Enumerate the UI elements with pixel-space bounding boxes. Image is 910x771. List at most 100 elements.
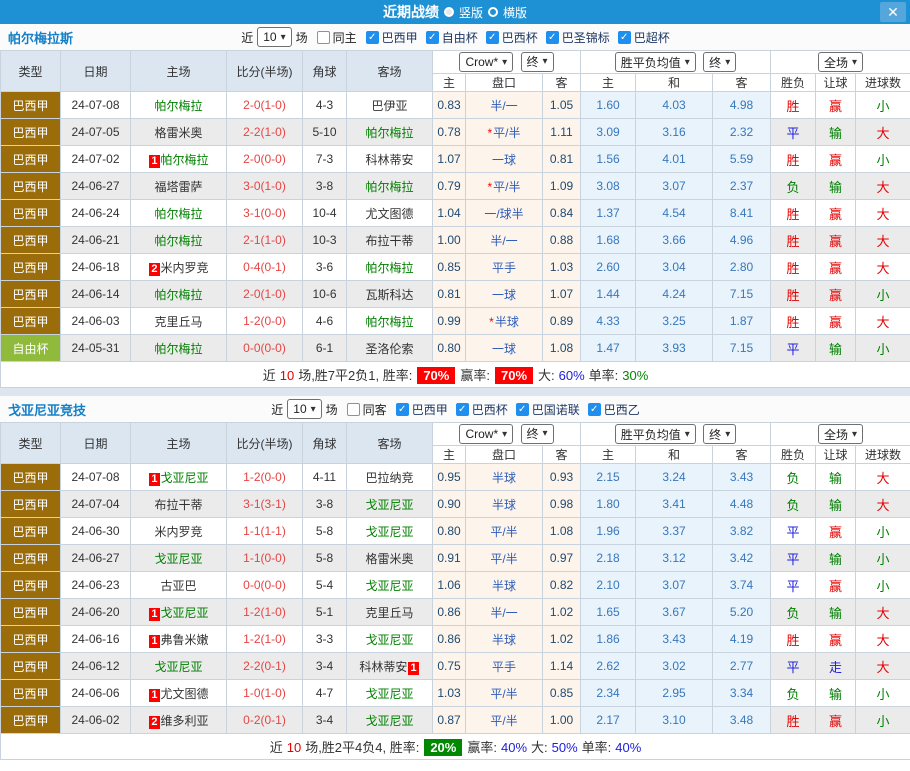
col-odds-away: 客 bbox=[543, 446, 581, 464]
odds-final-select[interactable]: 终▾ bbox=[521, 52, 554, 72]
table-row: 巴西甲24-06-27戈亚尼亚1-1(0-0)5-8格雷米奥0.91平/半0.9… bbox=[1, 545, 910, 572]
same-venue-checkbox[interactable] bbox=[317, 31, 330, 44]
odds-final-select[interactable]: 终▾ bbox=[521, 424, 554, 444]
summary-text: 单率: bbox=[589, 368, 619, 383]
portrait-radio[interactable] bbox=[444, 7, 454, 17]
landscape-radio-label[interactable]: 横版 bbox=[503, 4, 527, 21]
home-odds-cell: 0.86 bbox=[433, 626, 466, 653]
date-cell: 24-06-14 bbox=[61, 281, 131, 308]
away-team-name: 戈亚尼亚 bbox=[365, 714, 413, 728]
summary-row: 近10场,胜2平4负4, 胜率:20%赢率:40%大:50%单率:40% bbox=[1, 734, 910, 760]
handicap-result-cell: 输 bbox=[816, 491, 856, 518]
away-odds-cell: 0.88 bbox=[543, 227, 581, 254]
goals-result-cell: 大 bbox=[856, 200, 910, 227]
same-venue-checkbox[interactable] bbox=[347, 403, 360, 416]
match-count-select[interactable]: 10▾ bbox=[257, 27, 291, 47]
result-cell: 负 bbox=[771, 491, 816, 518]
handicap-cell: 平手 bbox=[466, 254, 543, 281]
avg-draw-cell: 4.01 bbox=[636, 146, 713, 173]
league-checkbox[interactable]: ✓ bbox=[588, 403, 601, 416]
fulltime-select[interactable]: 全场▾ bbox=[818, 424, 863, 444]
away-team-cell: 格雷米奥 bbox=[347, 545, 433, 572]
summary-text: 40% bbox=[501, 740, 527, 755]
away-odds-cell: 1.07 bbox=[543, 281, 581, 308]
table-row: 巴西甲24-06-201戈亚尼亚1-2(1-0)5-1克里丘马0.86半/一1.… bbox=[1, 599, 910, 626]
date-cell: 24-06-03 bbox=[61, 308, 131, 335]
avg-final-select[interactable]: 终▾ bbox=[703, 52, 736, 72]
home-team-cell: 1尤文图德 bbox=[131, 680, 227, 707]
avg-home-cell: 2.34 bbox=[581, 680, 636, 707]
league-checkbox[interactable]: ✓ bbox=[456, 403, 469, 416]
odds-company-select[interactable]: Crow*▾ bbox=[459, 52, 513, 72]
league-label: 巴圣锦标 bbox=[562, 29, 610, 46]
avg-type-select[interactable]: 胜平负均值▾ bbox=[615, 424, 696, 444]
chevron-down-icon: ▾ bbox=[543, 56, 548, 67]
chevron-down-icon: ▾ bbox=[281, 32, 286, 43]
away-odds-cell: 1.08 bbox=[543, 335, 581, 362]
league-checkbox[interactable]: ✓ bbox=[618, 31, 631, 44]
table-row: 巴西甲24-06-21帕尔梅拉2-1(1-0)10-3布拉干蒂1.00半/一0.… bbox=[1, 227, 910, 254]
score-cell: 0-0(0-0) bbox=[227, 572, 303, 599]
away-team-cell: 巴拉纳竞 bbox=[347, 464, 433, 491]
portrait-radio-label[interactable]: 竖版 bbox=[459, 4, 483, 21]
landscape-radio[interactable] bbox=[488, 7, 498, 17]
away-odds-cell: 0.85 bbox=[543, 680, 581, 707]
league-checkbox[interactable]: ✓ bbox=[486, 31, 499, 44]
handicap-result-cell: 赢 bbox=[816, 707, 856, 734]
away-team-cell: 戈亚尼亚 bbox=[347, 518, 433, 545]
league-checkbox[interactable]: ✓ bbox=[426, 31, 439, 44]
avg-draw-cell: 2.95 bbox=[636, 680, 713, 707]
goals-result-cell: 小 bbox=[856, 92, 910, 119]
league-checkbox[interactable]: ✓ bbox=[546, 31, 559, 44]
titlebar: 近期战绩 竖版 横版 ✕ bbox=[0, 0, 910, 24]
handicap-cell: 半球 bbox=[466, 572, 543, 599]
summary-text: 30% bbox=[622, 368, 648, 383]
changed-indicator: * bbox=[487, 180, 492, 194]
fulltime-select[interactable]: 全场▾ bbox=[818, 52, 863, 72]
league-label: 巴西甲 bbox=[382, 29, 418, 46]
col-goals: 进球数 bbox=[856, 446, 910, 464]
avg-draw-cell: 3.66 bbox=[636, 227, 713, 254]
score-cell: 2-0(1-0) bbox=[227, 281, 303, 308]
avg-type-select[interactable]: 胜平负均值▾ bbox=[615, 52, 696, 72]
date-cell: 24-06-16 bbox=[61, 626, 131, 653]
handicap-cell: *平/半 bbox=[466, 119, 543, 146]
table-row: 巴西甲24-06-182米内罗竞0-4(0-1)3-6帕尔梅拉0.85平手1.0… bbox=[1, 254, 910, 281]
away-team-name: 戈亚尼亚 bbox=[365, 687, 413, 701]
table-row: 巴西甲24-07-04布拉干蒂3-1(3-1)3-8戈亚尼亚0.90半球0.98… bbox=[1, 491, 910, 518]
result-cell: 平 bbox=[771, 518, 816, 545]
goals-result-cell: 大 bbox=[856, 653, 910, 680]
league-checkbox[interactable]: ✓ bbox=[396, 403, 409, 416]
home-team-name: 布拉干蒂 bbox=[154, 498, 202, 512]
match-count-select[interactable]: 10▾ bbox=[287, 399, 321, 419]
avg-home-cell: 1.68 bbox=[581, 227, 636, 254]
home-team-cell: 1戈亚尼亚 bbox=[131, 599, 227, 626]
goals-result-cell: 大 bbox=[856, 119, 910, 146]
result-cell: 平 bbox=[771, 653, 816, 680]
home-team-cell: 1弗鲁米嫩 bbox=[131, 626, 227, 653]
avg-final-select[interactable]: 终▾ bbox=[703, 424, 736, 444]
summary-text: 50% bbox=[552, 740, 578, 755]
away-team-name: 帕尔梅拉 bbox=[365, 261, 413, 275]
handicap-value: 半球 bbox=[492, 579, 516, 593]
league-checkbox[interactable]: ✓ bbox=[366, 31, 379, 44]
handicap-result-cell: 赢 bbox=[816, 227, 856, 254]
corner-cell: 4-7 bbox=[303, 680, 347, 707]
card-badge: 1 bbox=[149, 608, 159, 621]
avg-controls: 胜平负均值▾ 终▾ bbox=[581, 423, 771, 446]
score-cell: 1-2(1-0) bbox=[227, 626, 303, 653]
table-row: 巴西甲24-07-08帕尔梅拉2-0(1-0)4-3巴伊亚0.83半/一1.05… bbox=[1, 92, 910, 119]
competition-cell: 巴西甲 bbox=[1, 254, 61, 281]
summary-text: 场,胜7平2负1, 胜率: bbox=[298, 368, 412, 383]
near-label: 近 bbox=[271, 401, 283, 418]
handicap-result-cell: 走 bbox=[816, 653, 856, 680]
corner-cell: 3-4 bbox=[303, 653, 347, 680]
home-team-cell: 2维多利亚 bbox=[131, 707, 227, 734]
result-cell: 负 bbox=[771, 680, 816, 707]
col-odds-handicap: 盘口 bbox=[466, 446, 543, 464]
odds-company-select[interactable]: Crow*▾ bbox=[459, 424, 513, 444]
league-checkbox[interactable]: ✓ bbox=[516, 403, 529, 416]
close-button[interactable]: ✕ bbox=[880, 2, 906, 22]
matches-label: 场 bbox=[326, 401, 338, 418]
corner-cell: 4-3 bbox=[303, 92, 347, 119]
